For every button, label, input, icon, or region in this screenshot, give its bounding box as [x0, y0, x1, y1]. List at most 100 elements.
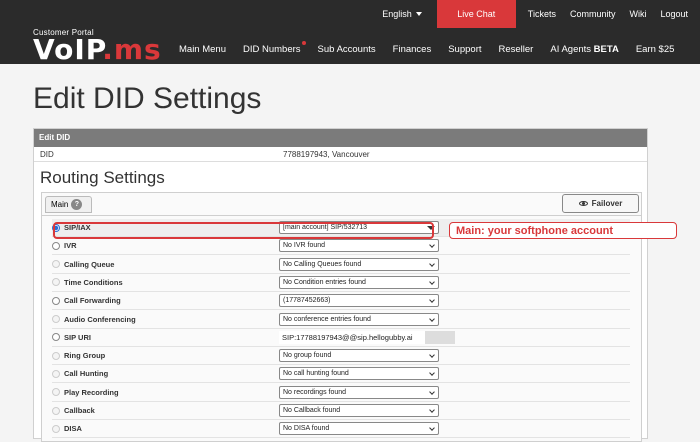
tickets-link[interactable]: Tickets: [528, 9, 556, 19]
route-label: Play Recording: [64, 387, 119, 397]
logout-link[interactable]: Logout: [660, 9, 688, 19]
logo[interactable]: Customer Portal VoIP.ms: [33, 28, 162, 64]
route-label: Audio Conferencing: [64, 314, 136, 324]
logo-wordmark: VoIP.ms: [33, 36, 162, 64]
route-radio[interactable]: [52, 369, 60, 378]
nav-main-menu[interactable]: Main Menu: [179, 44, 226, 55]
route-row: SIP URI SIP:17788197943@ @sip.hellogubby.a…: [52, 329, 630, 347]
nav-did-numbers-label: DID Numbers: [243, 44, 301, 55]
nav-finances[interactable]: Finances: [393, 44, 432, 55]
route-radio[interactable]: [52, 260, 60, 269]
route-label: Callback: [64, 406, 95, 415]
routing-settings-title: Routing Settings: [40, 168, 165, 187]
route-row: Call Hunting No call hunting found: [52, 365, 630, 384]
route-select-value: No recordings found: [283, 388, 347, 396]
failover-button[interactable]: Failover: [562, 194, 639, 213]
route-row: Time Conditions No Condition entries foun…: [52, 274, 630, 292]
chevron-down-icon: [429, 315, 435, 322]
top-utility-nav: English Live Chat Tickets Community Wiki…: [375, 0, 700, 28]
nav-sub-accounts[interactable]: Sub Accounts: [318, 44, 376, 55]
wiki-link[interactable]: Wiki: [629, 9, 646, 19]
route-select[interactable]: No DISA found: [279, 422, 439, 436]
chevron-down-icon: [429, 370, 435, 377]
route-radio[interactable]: [52, 406, 60, 415]
chevron-down-icon: [429, 297, 435, 304]
route-radio[interactable]: [52, 315, 60, 323]
route-select[interactable]: No group found: [279, 349, 439, 363]
chevron-down-icon: [429, 352, 435, 358]
tab-main-label: Main: [51, 200, 69, 209]
chevron-down-icon: [415, 12, 422, 16]
route-select[interactable]: No IVR found: [279, 239, 439, 253]
route-select[interactable]: No call hunting found: [279, 367, 439, 381]
route-row: Call Forwarding (17787452663): [52, 292, 630, 311]
chevron-down-icon: [429, 425, 435, 432]
route-radio[interactable]: [52, 351, 60, 360]
route-select[interactable]: No Callback found: [279, 404, 439, 417]
route-select-value: No Callback found: [283, 407, 341, 414]
route-row: IVR No IVR found: [52, 237, 630, 256]
main-nav: Main Menu DID Numbers Sub Accounts Finan…: [179, 41, 691, 55]
nav-reseller[interactable]: Reseller: [499, 44, 534, 55]
route-label: Call Hunting: [64, 369, 109, 379]
route-select[interactable]: (17787452663): [279, 294, 439, 308]
chevron-down-icon: [429, 388, 435, 395]
route-radio[interactable]: [52, 241, 60, 250]
route-radio[interactable]: [52, 388, 60, 397]
failover-label: Failover: [591, 199, 623, 208]
sip-uri-input[interactable]: SIP:17788197943@ @sip.hellogubby.ai: [279, 330, 455, 344]
route-row: Audio Conferencing No conference entries …: [52, 311, 630, 329]
route-select-value: (17787452663): [283, 297, 331, 305]
notification-dot: [301, 41, 306, 45]
route-select[interactable]: No conference entries found: [279, 312, 439, 326]
route-label: DISA: [64, 424, 82, 434]
chevron-down-icon: [429, 279, 435, 285]
route-label: Ring Group: [64, 351, 106, 361]
route-radio[interactable]: [52, 333, 60, 342]
language-label: English: [382, 9, 412, 19]
live-chat-button[interactable]: Live Chat: [436, 0, 516, 28]
nav-ai-agents[interactable]: AI Agents BETA: [550, 44, 618, 55]
language-selector[interactable]: English: [382, 9, 422, 19]
route-radio[interactable]: [52, 296, 60, 305]
beta-badge: BETA: [593, 44, 619, 55]
community-link[interactable]: Community: [570, 9, 616, 19]
tab-main[interactable]: Main ?: [45, 196, 92, 213]
route-select-value: No conference entries found: [283, 315, 371, 323]
sip-uri-user: SIP:17788197943@: [282, 332, 350, 342]
eye-icon: [578, 201, 588, 206]
route-row: Ring Group No group found: [52, 347, 630, 366]
logo-part-b: .ms: [102, 33, 162, 66]
help-icon[interactable]: ?: [71, 199, 83, 210]
route-select-value: No group found: [283, 352, 332, 360]
did-value: 7788197943, Vancouver: [283, 149, 370, 159]
top-header: English Live Chat Tickets Community Wiki…: [0, 0, 700, 64]
panel-header: Edit DID: [34, 129, 647, 147]
route-select-value: No Calling Queues found: [283, 260, 362, 268]
route-row: Callback No Callback found: [52, 402, 630, 420]
route-select-value: No Condition entries found: [283, 278, 366, 286]
route-select[interactable]: No Calling Queues found: [279, 257, 439, 271]
route-select[interactable]: No Condition entries found: [279, 275, 439, 289]
route-select-value: No IVR found: [283, 242, 326, 250]
nav-earn[interactable]: Earn $25: [636, 44, 675, 55]
nav-ai-agents-label: AI Agents: [550, 44, 592, 55]
route-label: Calling Queue: [64, 259, 115, 269]
route-select[interactable]: No recordings found: [279, 385, 439, 399]
route-label: Call Forwarding: [64, 296, 121, 306]
route-radio[interactable]: [52, 278, 60, 287]
sip-uri-domain: @sip.hellogubby.ai: [349, 332, 413, 342]
highlight-box: [53, 222, 434, 239]
route-row: DISA No DISA found: [52, 420, 630, 439]
route-select-value: No call hunting found: [283, 370, 349, 378]
route-radio[interactable]: [52, 424, 60, 433]
logo-part-a: VoIP: [33, 33, 103, 66]
route-row: Play Recording No recordings found: [52, 384, 630, 402]
chevron-down-icon: [429, 407, 435, 413]
route-label: IVR: [64, 241, 77, 251]
chevron-down-icon: [429, 242, 435, 249]
tab-divider: [42, 215, 641, 216]
nav-support[interactable]: Support: [448, 44, 481, 55]
nav-did-numbers[interactable]: DID Numbers: [243, 41, 306, 55]
route-label: Time Conditions: [64, 277, 123, 287]
